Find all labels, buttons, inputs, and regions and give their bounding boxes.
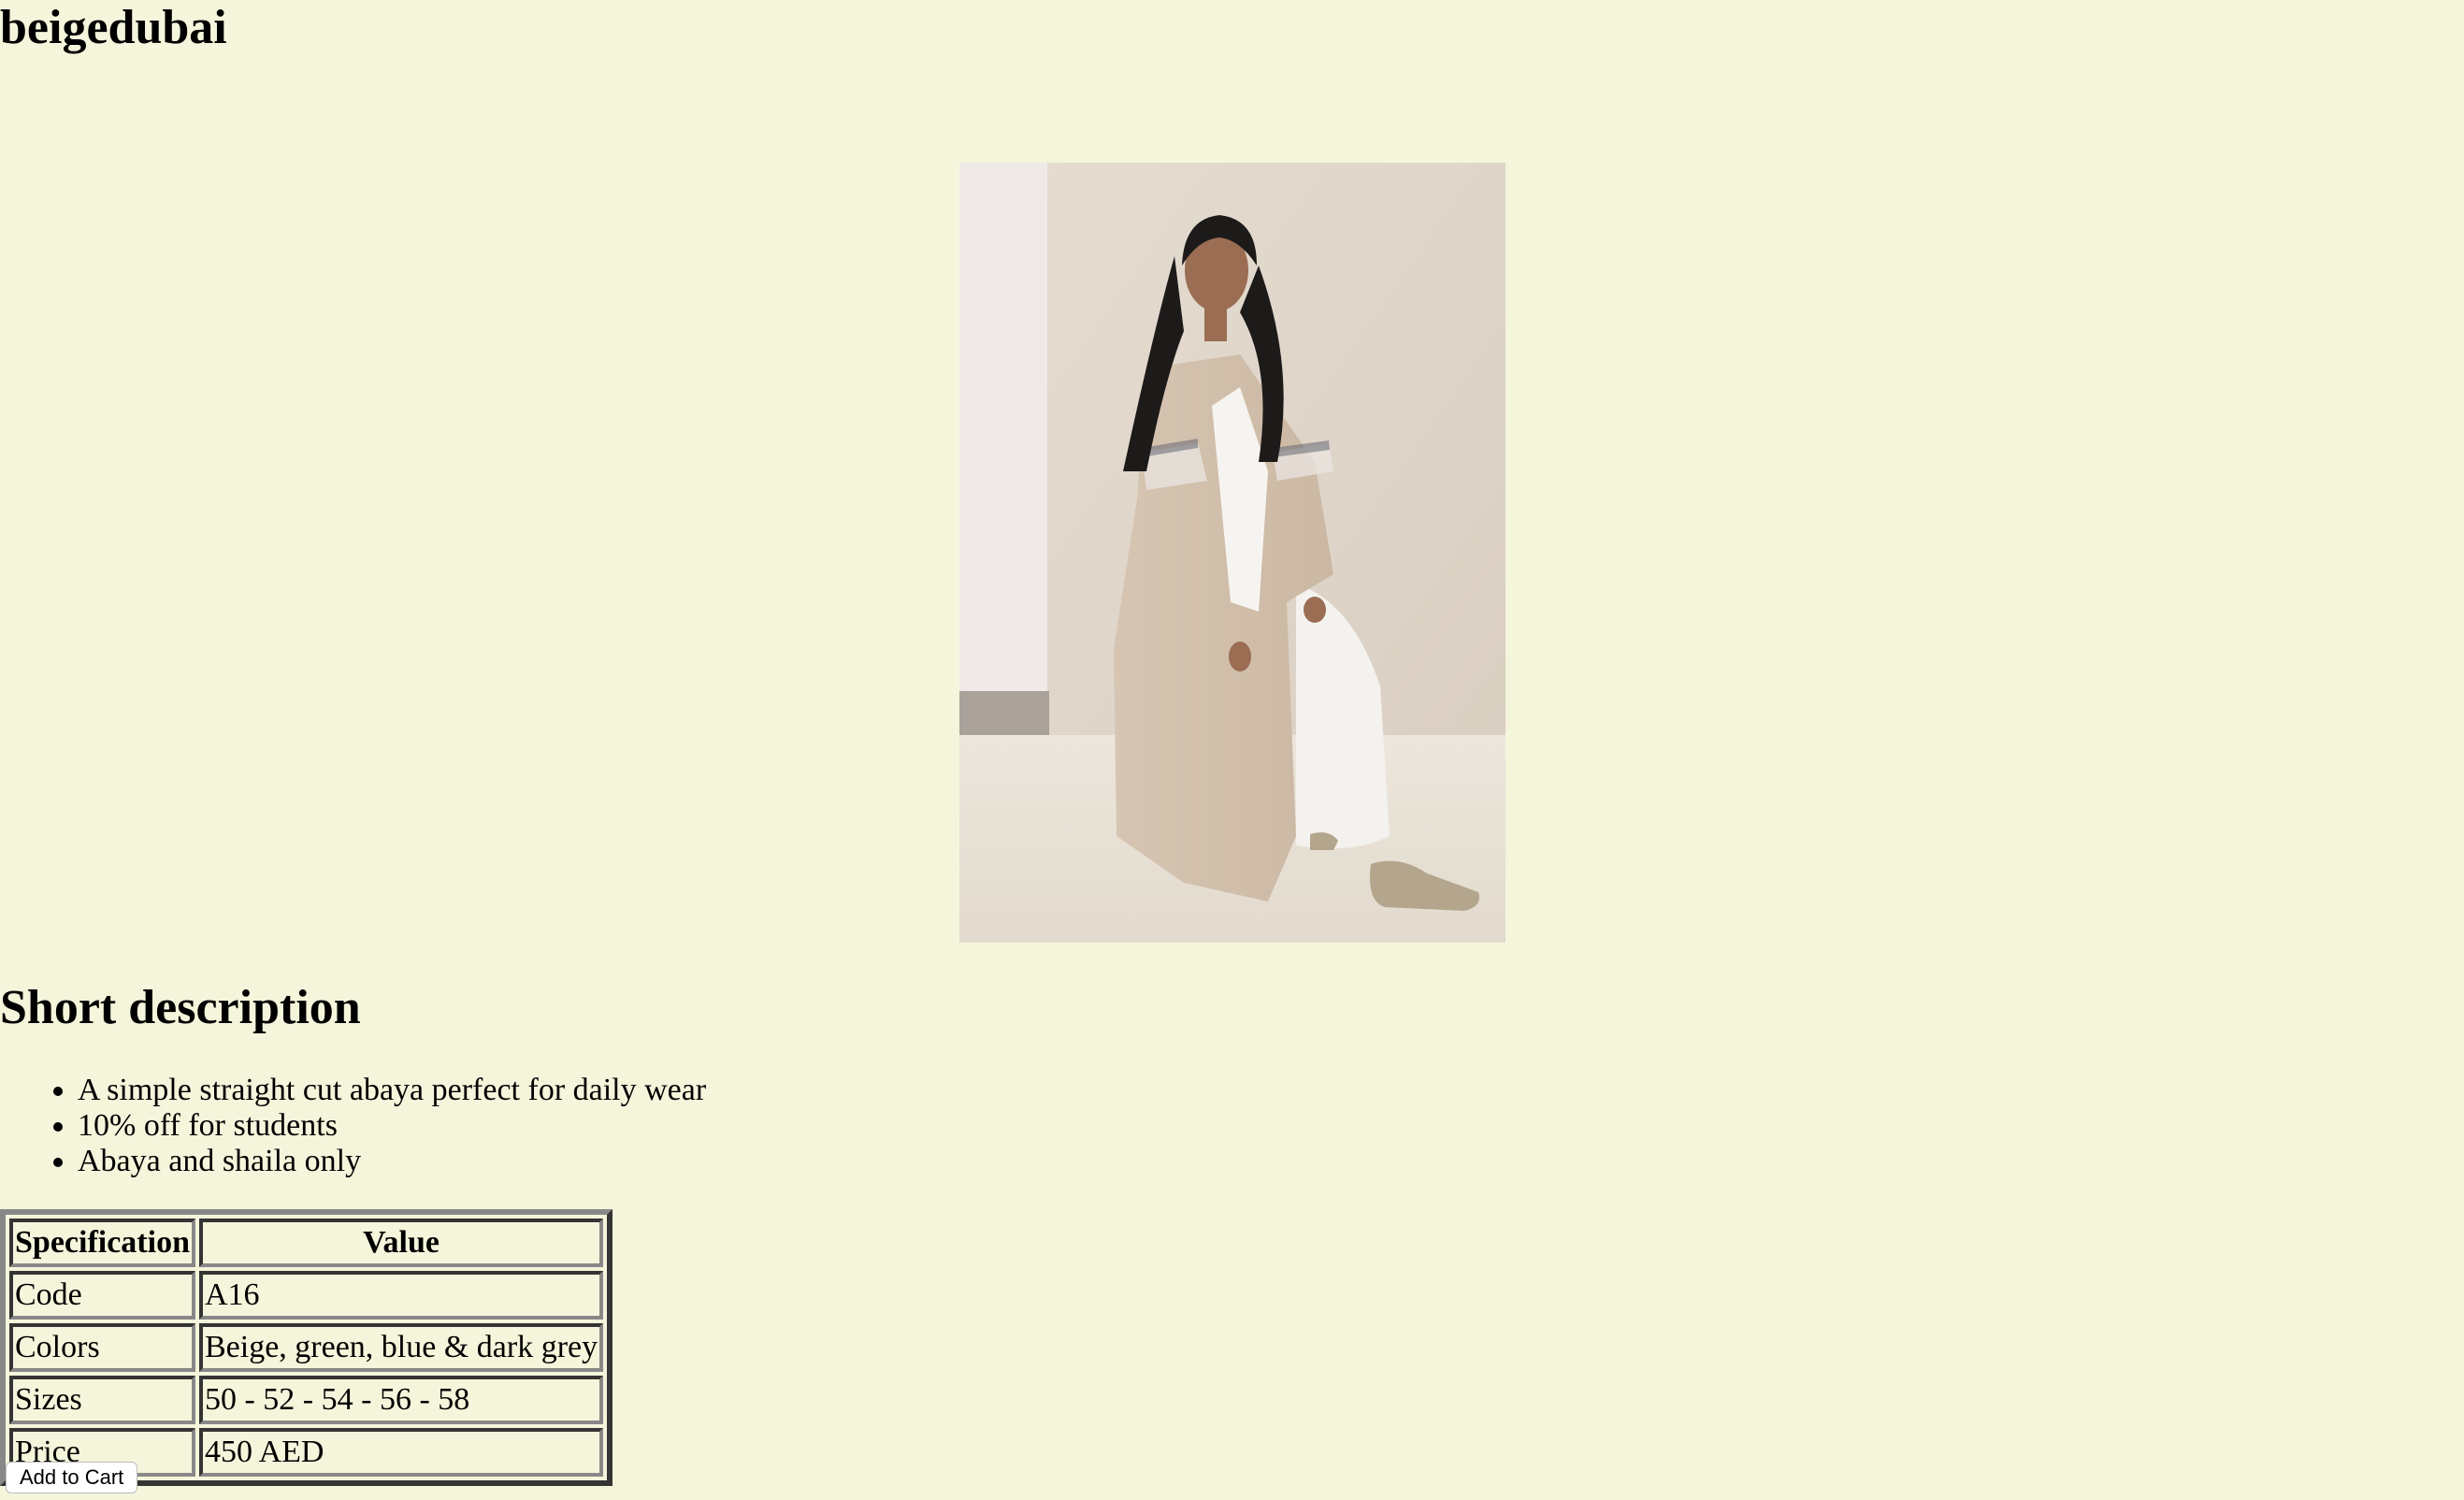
list-item: 10% off for students	[78, 1108, 706, 1144]
column-header-value: Value	[198, 1219, 604, 1267]
table-row: Colors Beige, green, blue & dark grey	[9, 1323, 604, 1372]
description-list: A simple straight cut abaya perfect for …	[0, 1073, 706, 1179]
spec-cell: Sizes	[9, 1376, 195, 1424]
short-description-heading: Short description	[0, 981, 361, 1034]
spec-cell: Colors	[9, 1323, 195, 1372]
specification-table: Specification Value Code A16 Colors Beig…	[0, 1209, 613, 1486]
site-title: beigedubai	[0, 1, 227, 54]
list-item: Abaya and shaila only	[78, 1144, 706, 1179]
value-cell: A16	[198, 1271, 604, 1320]
add-to-cart-button[interactable]: Add to Cart	[6, 1462, 138, 1493]
table-row: Code A16	[9, 1271, 604, 1320]
table-row: Sizes 50 - 52 - 54 - 56 - 58	[9, 1376, 604, 1424]
list-item: A simple straight cut abaya perfect for …	[78, 1073, 706, 1108]
column-header-specification: Specification	[9, 1219, 195, 1267]
product-photo	[959, 163, 1506, 943]
value-cell: 450 AED	[198, 1428, 604, 1477]
value-cell: 50 - 52 - 54 - 56 - 58	[198, 1376, 604, 1424]
value-cell: Beige, green, blue & dark grey	[198, 1323, 604, 1372]
table-header-row: Specification Value	[9, 1219, 604, 1267]
spec-cell: Code	[9, 1271, 195, 1320]
